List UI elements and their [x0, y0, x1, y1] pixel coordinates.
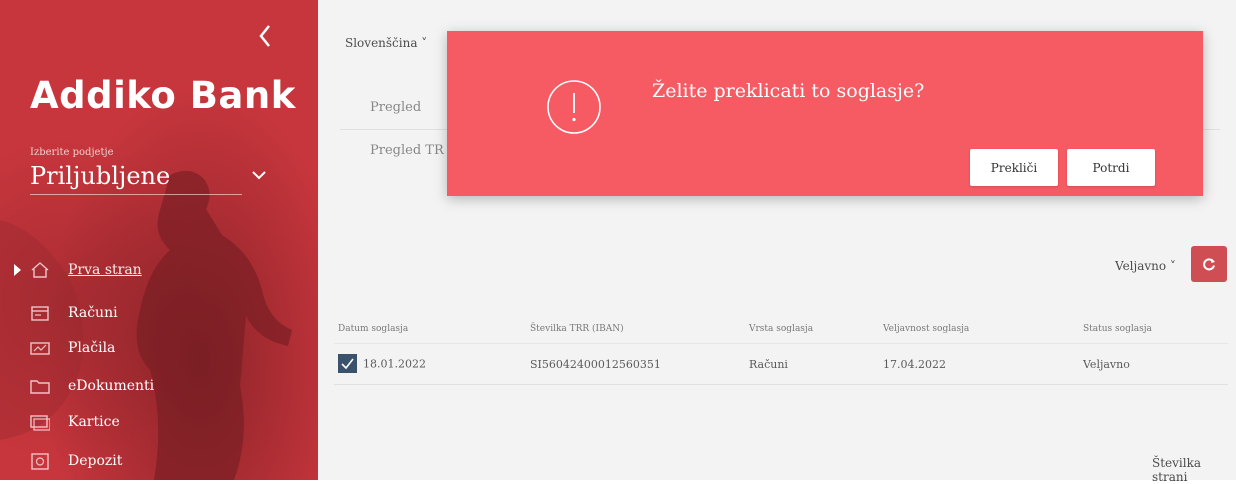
payments-icon	[30, 342, 50, 355]
confirm-revoke-dialog: Želite preklicati to soglasje? Prekliči …	[447, 31, 1203, 196]
exclamation-icon	[547, 80, 601, 134]
background-photo-silhouette	[0, 170, 292, 480]
company-select-value[interactable]: Priljubljene	[30, 162, 170, 190]
home-icon	[31, 262, 49, 278]
sidebar-item-placila[interactable]: Plačila	[30, 336, 115, 360]
sidebar-item-kartice[interactable]: Kartice	[30, 410, 120, 434]
cancel-button[interactable]: Prekliči	[970, 149, 1058, 186]
folder-icon	[30, 380, 50, 394]
sidebar-item-label: eDokumenti	[68, 378, 155, 394]
sidebar-item-edokumenti[interactable]: eDokumenti	[30, 374, 154, 398]
sidebar-item-label: Kartice	[68, 414, 120, 430]
sidebar-item-depozit[interactable]: Depozit	[30, 449, 122, 473]
card-icon	[30, 415, 50, 431]
sidebar-item-label: Prva stran	[68, 262, 142, 278]
sidebar-item-label: Plačila	[68, 340, 116, 356]
accounts-icon	[31, 306, 49, 321]
sidebar-item-label: Računi	[68, 305, 118, 321]
sidebar: Addiko Bank Izberite podjetje Priljublje…	[0, 0, 318, 480]
deposit-icon	[31, 453, 49, 470]
brand-logo: Addiko Bank	[30, 74, 296, 117]
confirm-button[interactable]: Potrdi	[1067, 149, 1155, 186]
sidebar-item-prva-stran[interactable]: Prva stran	[14, 258, 142, 282]
sidebar-item-label: Depozit	[68, 453, 123, 469]
sidebar-item-racuni[interactable]: Računi	[30, 301, 118, 325]
dialog-question: Želite preklicati to soglasje?	[652, 80, 925, 102]
company-select-underline	[30, 194, 242, 195]
collapse-chevron-icon[interactable]	[255, 22, 275, 50]
chevron-down-icon[interactable]	[250, 168, 268, 182]
active-caret-icon	[14, 264, 21, 276]
company-select-label: Izberite podjetje	[30, 147, 114, 158]
